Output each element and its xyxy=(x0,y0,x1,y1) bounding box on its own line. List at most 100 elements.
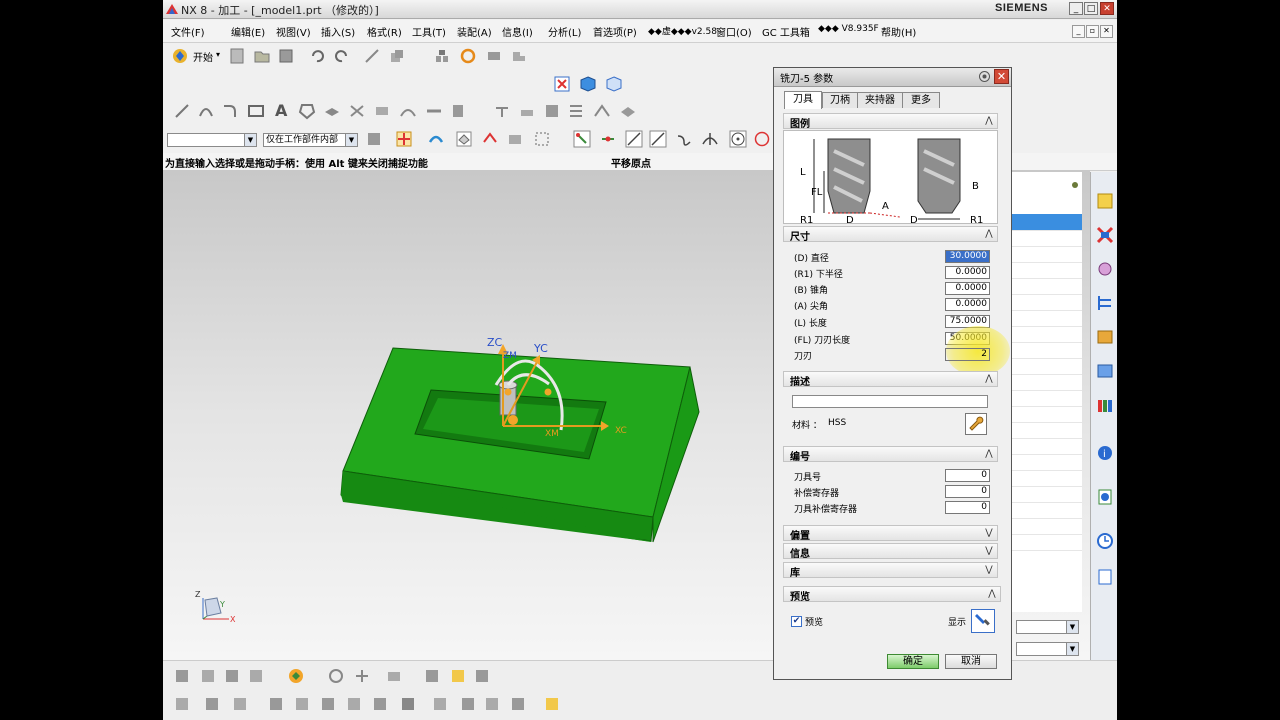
diameter-input[interactable]: 30.0000 xyxy=(945,250,990,263)
system-materials-icon[interactable] xyxy=(1095,566,1115,588)
copy-icon[interactable] xyxy=(388,47,406,65)
operation-icon-1[interactable] xyxy=(173,695,191,713)
operation-icon-14[interactable] xyxy=(543,695,561,713)
menu-gc-toolbox[interactable]: GC 工具箱 xyxy=(762,24,810,39)
nav-row-selected[interactable] xyxy=(1012,214,1082,231)
part-navigator-icon[interactable] xyxy=(1095,258,1115,280)
menu-view[interactable]: 视图(V) xyxy=(276,24,311,39)
snap-toggle-icon[interactable] xyxy=(427,130,445,148)
library-section-header[interactable]: 库 ⋁ xyxy=(783,562,998,579)
nav-row[interactable] xyxy=(1012,342,1082,359)
save-icon[interactable] xyxy=(277,47,295,65)
ipw-icon[interactable] xyxy=(449,667,467,685)
tab-more[interactable]: 更多 xyxy=(902,92,940,108)
cancel-button[interactable]: 取消 xyxy=(945,654,997,669)
description-input[interactable] xyxy=(792,395,988,408)
cut-icon[interactable] xyxy=(363,47,381,65)
tool-number-input[interactable]: 0 xyxy=(945,469,990,482)
selection-scope-select[interactable]: 仅在工作部件内部 ▼ xyxy=(263,133,358,147)
nav-row[interactable] xyxy=(1012,326,1082,343)
nav-row[interactable] xyxy=(1012,390,1082,407)
menu-format[interactable]: 格式(R) xyxy=(367,24,402,39)
history-icon[interactable] xyxy=(1095,530,1115,552)
menu-tools[interactable]: 工具(T) xyxy=(412,24,446,39)
spline-icon[interactable] xyxy=(593,102,611,120)
select-solid-icon[interactable] xyxy=(455,130,473,148)
operation-icon-5[interactable] xyxy=(293,695,311,713)
menu-file[interactable]: 文件(F) xyxy=(171,24,205,39)
palette-icon[interactable] xyxy=(1095,394,1115,416)
operation-icon-7[interactable] xyxy=(345,695,363,713)
lower-radius-input[interactable]: 0.0000 xyxy=(945,266,990,279)
nav-row[interactable] xyxy=(1012,294,1082,311)
curve-snap-icon[interactable] xyxy=(675,130,693,148)
nav-row[interactable] xyxy=(1012,486,1082,503)
create-method-icon[interactable] xyxy=(247,667,265,685)
nav-row[interactable] xyxy=(1012,246,1082,263)
nav-row[interactable] xyxy=(1012,454,1082,471)
preview-section-header[interactable]: 预览 ⋀ xyxy=(783,586,1001,603)
operation-icon-4[interactable] xyxy=(267,695,285,713)
doc-restore-button[interactable]: ▫ xyxy=(1086,25,1099,38)
start-button[interactable]: 开始 xyxy=(193,49,213,64)
navigator-panel[interactable]: ▼ ▼ xyxy=(1011,172,1082,656)
bridge-icon[interactable] xyxy=(399,102,417,120)
menu-window[interactable]: 窗口(O) xyxy=(716,24,752,39)
taper-angle-input[interactable]: 0.0000 xyxy=(945,282,990,295)
endpoint-snap-icon[interactable] xyxy=(573,130,591,148)
menu-edit[interactable]: 编辑(E) xyxy=(231,24,265,39)
doc-minimize-button[interactable]: _ xyxy=(1072,25,1085,38)
nav-row[interactable] xyxy=(1012,374,1082,391)
machine-tool-icon[interactable] xyxy=(1095,326,1115,348)
trim-icon[interactable] xyxy=(348,102,366,120)
offset-section-header[interactable]: 偏置 ⋁ xyxy=(783,525,998,542)
generate-path-icon[interactable] xyxy=(287,667,305,685)
select-edge-icon[interactable] xyxy=(481,130,499,148)
tab-clamp[interactable]: 夹持器 xyxy=(857,92,903,108)
circle-snap-icon[interactable] xyxy=(753,130,771,148)
nav-row[interactable] xyxy=(1012,230,1082,247)
operation-navigator-icon[interactable] xyxy=(1095,292,1115,314)
select-face-icon[interactable] xyxy=(506,130,524,148)
operation-icon-6[interactable] xyxy=(319,695,337,713)
maximize-button[interactable]: □ xyxy=(1084,2,1098,15)
center-snap-icon[interactable] xyxy=(729,130,747,148)
description-section-header[interactable]: 描述 ⋀ xyxy=(783,371,998,388)
cam-icon[interactable] xyxy=(510,47,528,65)
cutcom-register-input[interactable]: 0 xyxy=(945,501,990,514)
new-file-icon[interactable] xyxy=(228,47,246,65)
operation-icon-13[interactable] xyxy=(509,695,527,713)
line-snap-icon[interactable] xyxy=(625,130,643,148)
undo-icon[interactable] xyxy=(308,47,326,65)
type-filter-select[interactable]: ▼ xyxy=(167,133,257,147)
create-program-icon[interactable] xyxy=(173,667,191,685)
arc-icon[interactable] xyxy=(197,102,215,120)
dialog-title-bar[interactable]: 铣刀-5 参数 ✕ xyxy=(774,68,1011,87)
operation-icon-10[interactable] xyxy=(431,695,449,713)
nav-view-select[interactable]: ▼ xyxy=(1016,642,1079,656)
pin-icon[interactable] xyxy=(1070,180,1080,190)
gear-icon[interactable] xyxy=(978,70,991,83)
shop-doc-icon[interactable] xyxy=(423,667,441,685)
tab-tool[interactable]: 刀具 xyxy=(784,91,822,109)
nav-row[interactable] xyxy=(1012,502,1082,519)
snap-point-icon[interactable] xyxy=(395,130,413,148)
doc-close-button[interactable]: ✕ xyxy=(1100,25,1113,38)
nav-row[interactable] xyxy=(1012,358,1082,375)
minimize-button[interactable]: _ xyxy=(1069,2,1083,15)
open-file-icon[interactable] xyxy=(253,47,271,65)
text-tool-icon[interactable]: A xyxy=(275,101,287,120)
add-icon[interactable] xyxy=(353,667,371,685)
menu-insert[interactable]: 插入(S) xyxy=(321,24,355,39)
menu-preferences[interactable]: 首选项(P) xyxy=(593,24,637,39)
postprocess-icon[interactable] xyxy=(385,667,403,685)
legend-section-header[interactable]: 图例 ⋀ xyxy=(783,113,998,130)
menu-plugin-2[interactable]: ◆◆◆ V8.935F xyxy=(818,24,879,34)
nav-row[interactable] xyxy=(1012,470,1082,487)
numbering-section-header[interactable]: 编号 ⋀ xyxy=(783,446,998,463)
operation-icon-12[interactable] xyxy=(483,695,501,713)
info-section-header[interactable]: 信息 ⋁ xyxy=(783,543,998,560)
mirror-icon[interactable] xyxy=(449,102,467,120)
nav-row[interactable] xyxy=(1012,310,1082,327)
menu-plugin-1[interactable]: ◆◆虚◆◆◆v2.58 xyxy=(648,24,717,37)
